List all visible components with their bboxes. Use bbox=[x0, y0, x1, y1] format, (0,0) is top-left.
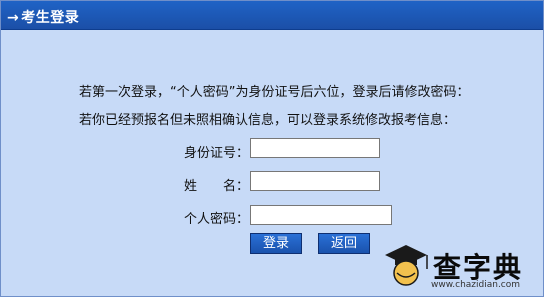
login-button[interactable]: 登录 bbox=[250, 233, 302, 254]
watermark-url: www.chazidian.com bbox=[431, 280, 521, 290]
watermark-logo: 查字典 www.chazidian.com bbox=[383, 239, 543, 296]
id-label: 身份证号： bbox=[184, 146, 250, 161]
name-label: 姓 名： bbox=[184, 179, 250, 194]
name-input[interactable] bbox=[250, 171, 380, 191]
panel-titlebar: → 考生登录 bbox=[1, 1, 543, 30]
password-input[interactable] bbox=[250, 205, 392, 225]
login-panel: → 考生登录 若第一次登录，“个人密码”为身份证号后六位，登录后请修改密码： 若你… bbox=[0, 0, 544, 297]
password-label: 个人密码： bbox=[184, 212, 250, 227]
panel-title: → 考生登录 bbox=[7, 7, 79, 27]
instruction-line-1: 若第一次登录，“个人密码”为身份证号后六位，登录后请修改密码： bbox=[79, 85, 470, 100]
graduation-cap-icon bbox=[385, 245, 428, 286]
panel-title-text: 考生登录 bbox=[21, 10, 80, 26]
instruction-line-2: 若你已经预报名但未照相确认信息，可以登录系统修改报考信息： bbox=[79, 113, 457, 128]
arrow-icon: → bbox=[7, 10, 20, 26]
id-number-input[interactable] bbox=[250, 138, 380, 158]
back-button[interactable]: 返回 bbox=[318, 233, 370, 254]
